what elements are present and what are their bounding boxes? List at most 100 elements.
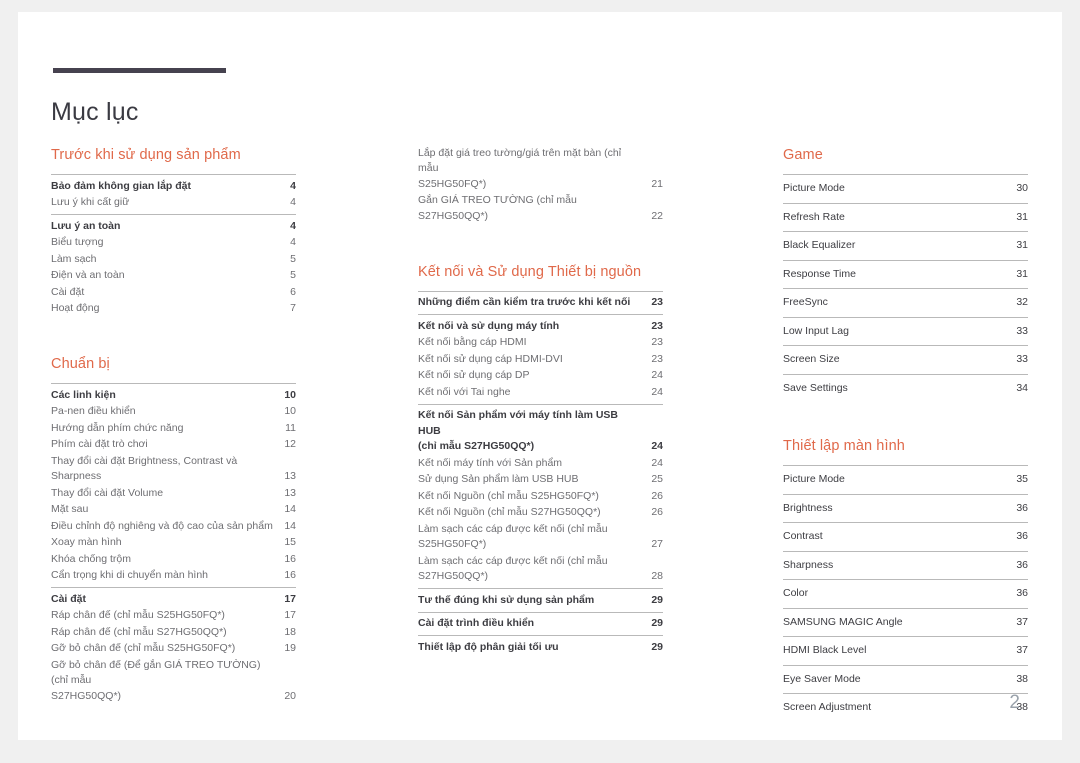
toc-entry[interactable]: Làm sạch các cáp được kết nối (chỉ mẫu S… xyxy=(418,553,663,585)
toc-entry-label: Sử dụng Sản phẩm làm USB HUB xyxy=(418,473,579,485)
toc-entry-page-number: 5 xyxy=(290,252,296,265)
toc-entry[interactable]: Screen Size 33 xyxy=(783,345,1028,374)
toc-entry[interactable]: Phím cài đặt trò chơi 12 xyxy=(51,437,296,454)
toc-entry[interactable]: FreeSync 32 xyxy=(783,288,1028,317)
page-number: 2 xyxy=(1009,692,1020,713)
toc-entry-label: Hoạt động xyxy=(51,302,100,314)
toc-section-title: Kết nối và Sử dụng Thiết bị nguồn xyxy=(418,263,642,280)
toc-entry-page-number: 33 xyxy=(1016,353,1028,365)
toc-entry-page-number: 15 xyxy=(284,536,296,548)
toc-entry[interactable]: Lưu ý khi cất giữ 4 xyxy=(51,195,296,212)
toc-entry[interactable]: Low Input Lag 33 xyxy=(783,316,1028,346)
toc-entry[interactable]: Lắp đặt giá treo tường/giá trên mặt bàn … xyxy=(418,145,663,193)
toc-entry[interactable]: Gỡ bỏ chân đế (Để gắn GIÁ TREO TƯỜNG) (c… xyxy=(51,657,296,705)
toc-entry-label: Kết nối Sản phẩm với máy tính làm USB HU… xyxy=(418,409,619,452)
toc-entry-main[interactable]: Kết nối và sử dụng máy tính 23 xyxy=(418,318,663,335)
toc-entry-main[interactable]: Thiết lập độ phân giải tối ưu 29 xyxy=(418,639,663,656)
toc-entry-main[interactable]: Những điểm cần kiểm tra trước khi kết nố… xyxy=(418,295,663,312)
title-rule xyxy=(53,68,226,73)
toc-group: Kết nối và sử dụng máy tính 23 Kết nối bằn… xyxy=(418,314,663,404)
toc-entry[interactable]: Kết nối máy tính với Sản phẩm 24 xyxy=(418,455,663,472)
toc-entry-label: Kết nối Nguồn (chỉ mẫu S25HG50FQ*) xyxy=(418,489,599,502)
toc-entry[interactable]: Refresh Rate 31 xyxy=(783,202,1028,232)
toc-entry[interactable]: Color 36 xyxy=(783,579,1028,608)
toc-entry[interactable]: Hoạt động 7 xyxy=(51,301,296,318)
toc-entry[interactable]: HDMI Black Level 37 xyxy=(783,636,1028,665)
toc-entry-main[interactable]: Bảo đảm không gian lắp đặt 4 xyxy=(51,178,296,195)
toc-entry[interactable]: Kết nối sử dụng cáp DP 24 xyxy=(418,368,663,385)
toc-section-title: Trước khi sử dụng sản phẩm xyxy=(51,147,241,163)
toc-entry-label: Save Settings xyxy=(783,381,848,394)
toc-entry[interactable]: Black Equalizer 31 xyxy=(783,231,1028,260)
toc-entry-page-number: 32 xyxy=(1016,296,1028,308)
toc-entry[interactable]: Thay đổi cài đặt Volume 13 xyxy=(51,485,296,502)
toc-entry[interactable]: Brightness 36 xyxy=(783,493,1028,523)
toc-entry-page-number: 27 xyxy=(651,538,663,550)
toc-section: Trước khi sử dụng sản phẩm Bảo đảm không … xyxy=(51,145,296,320)
toc-entry-label: Black Equalizer xyxy=(783,239,856,251)
toc-entry[interactable]: Kết nối bằng cáp HDMI 23 xyxy=(418,335,663,352)
toc-entry-label: Cài đặt trình điều khiển xyxy=(418,617,535,629)
toc-entry[interactable]: Cẩn trọng khi di chuyển màn hình 16 xyxy=(51,568,296,585)
toc-entry-label: Low Input Lag xyxy=(783,324,849,337)
toc-entry-page-number: 31 xyxy=(1016,267,1028,280)
toc-entry[interactable]: Điện và an toàn 5 xyxy=(51,268,296,285)
toc-entry[interactable]: Gỡ bỏ chân đế (chỉ mẫu S25HG50FQ*) 19 xyxy=(51,641,296,658)
toc-section: Lắp đặt giá treo tường/giá trên mặt bàn … xyxy=(418,145,663,228)
toc-entry[interactable]: Eye Saver Mode 38 xyxy=(783,664,1028,694)
toc-entry-main[interactable]: Kết nối Sản phẩm với máy tính làm USB HU… xyxy=(418,408,663,456)
toc-entry[interactable]: Làm sạch các cáp được kết nối (chỉ mẫu S… xyxy=(418,521,663,553)
toc-entry-main[interactable]: Các linh kiện 10 xyxy=(51,387,296,404)
toc-entry[interactable]: Pa-nen điều khiển 10 xyxy=(51,404,296,421)
toc-entry[interactable]: Picture Mode 35 xyxy=(783,465,1028,494)
toc-entry[interactable]: Save Settings 34 xyxy=(783,373,1028,403)
toc-entry[interactable]: Khóa chống trộm 16 xyxy=(51,551,296,568)
toc-entry-main[interactable]: Tư thế đúng khi sử dụng sản phẩm 29 xyxy=(418,592,663,609)
toc-entry[interactable]: Picture Mode 30 xyxy=(783,174,1028,203)
toc-group: Picture Mode 35 Brightness 36 Contrast 36 Shar… xyxy=(783,465,1028,722)
toc-entry[interactable]: Contrast 36 xyxy=(783,522,1028,551)
toc-entry[interactable]: Response Time 31 xyxy=(783,259,1028,289)
toc-entry-label: Sharpness xyxy=(783,558,834,571)
toc-entry-label: Screen Adjustment xyxy=(783,701,872,713)
toc-entry[interactable]: Cài đặt 6 xyxy=(51,284,296,301)
toc-entry-page-number: 20 xyxy=(284,689,296,702)
toc-entry[interactable]: Thay đổi cài đặt Brightness, Contrast và… xyxy=(51,453,296,485)
toc-entry-label: Lưu ý an toàn xyxy=(51,219,121,232)
toc-entry[interactable]: Kết nối Nguồn (chỉ mẫu S27HG50QQ*) 26 xyxy=(418,505,663,522)
toc-entry[interactable]: Kết nối sử dụng cáp HDMI-DVI 23 xyxy=(418,351,663,368)
toc-entry[interactable]: Mặt sau 14 xyxy=(51,502,296,519)
toc-entry[interactable]: Sử dụng Sản phẩm làm USB HUB 25 xyxy=(418,472,663,489)
toc-group: Bảo đảm không gian lắp đặt 4 Lưu ý khi cất… xyxy=(51,174,296,214)
toc-entry[interactable]: Ráp chân đế (chỉ mẫu S27HG50QQ*) 18 xyxy=(51,624,296,641)
toc-entry-page-number: 10 xyxy=(284,405,296,417)
toc-group: Kết nối Sản phẩm với máy tính làm USB HU… xyxy=(418,403,663,589)
toc-entry[interactable]: Kết nối với Tai nghe 24 xyxy=(418,384,663,401)
toc-entry-label: Các linh kiện xyxy=(51,388,116,401)
toc-entry[interactable]: Sharpness 36 xyxy=(783,550,1028,580)
toc-entry[interactable]: Điều chỉnh độ nghiêng và độ cao của sản … xyxy=(51,518,296,535)
toc-entry-label: Color xyxy=(783,587,809,599)
toc-entry[interactable]: Gắn GIÁ TREO TƯỜNG (chỉ mẫu S27HG50QQ*) 2… xyxy=(418,193,663,225)
toc-entry[interactable]: Screen Adjustment 38 xyxy=(783,693,1028,722)
toc-entry-main[interactable]: Lưu ý an toàn 4 xyxy=(51,218,296,235)
toc-entry-label: Thiết lập độ phân giải tối ưu xyxy=(418,640,559,653)
toc-entry[interactable]: Xoay màn hình 15 xyxy=(51,535,296,552)
toc-entry-page-number: 36 xyxy=(1016,587,1028,599)
toc-entry-label: Gắn GIÁ TREO TƯỜNG (chỉ mẫu S27HG50QQ*) xyxy=(418,194,577,222)
toc-entry-main[interactable]: Cài đặt trình điều khiển 29 xyxy=(418,616,663,633)
toc-entry[interactable]: Kết nối Nguồn (chỉ mẫu S25HG50FQ*) 26 xyxy=(418,488,663,505)
toc-entry-page-number: 17 xyxy=(284,609,296,621)
toc-entry-page-number: 17 xyxy=(284,592,296,605)
toc-entry[interactable]: Ráp chân đế (chỉ mẫu S25HG50FQ*) 17 xyxy=(51,608,296,625)
toc-entry-label: Refresh Rate xyxy=(783,210,845,223)
toc-entry[interactable]: Hướng dẫn phím chức năng 11 xyxy=(51,420,296,437)
toc-entry-label: HDMI Black Level xyxy=(783,644,867,656)
toc-entry[interactable]: Làm sạch 5 xyxy=(51,251,296,268)
toc-entry-label: Pa-nen điều khiển xyxy=(51,405,136,417)
toc-entry-main[interactable]: Cài đặt 17 xyxy=(51,591,296,608)
toc-entry[interactable]: SAMSUNG MAGIC Angle 37 xyxy=(783,607,1028,637)
toc-entry[interactable]: Biểu tượng 4 xyxy=(51,235,296,252)
toc-entry-label: Cài đặt xyxy=(51,592,87,605)
toc-group: Những điểm cần kiểm tra trước khi kết nố… xyxy=(418,290,663,315)
